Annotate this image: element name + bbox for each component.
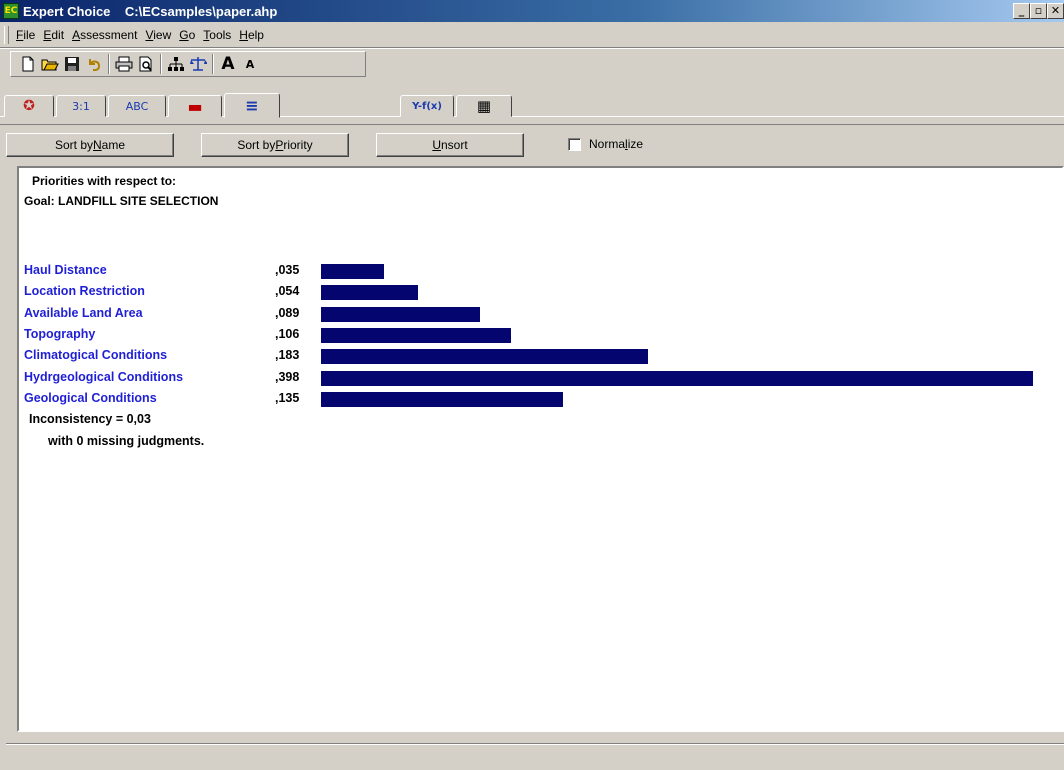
normalize-checkbox[interactable] bbox=[568, 137, 581, 151]
toolbar-separator bbox=[160, 54, 162, 74]
criterion-name[interactable]: Hydrgeological Conditions bbox=[24, 370, 183, 384]
priority-row: Location Restriction ,054 bbox=[19, 283, 1059, 301]
bars-icon: ▬ bbox=[187, 96, 203, 116]
normalize-option[interactable]: Normalize bbox=[568, 137, 643, 151]
priorities-panel: Priorities with respect to: Goal: LANDFI… bbox=[17, 166, 1064, 732]
priority-value: ,183 bbox=[275, 348, 300, 363]
restore-button[interactable]: ▫ bbox=[1030, 3, 1047, 19]
priority-value: ,089 bbox=[275, 305, 300, 320]
priority-value: ,054 bbox=[275, 284, 300, 299]
inconsistency-text: Inconsistency = 0,03 bbox=[29, 412, 151, 426]
undo-icon[interactable] bbox=[83, 53, 105, 75]
window-title: Expert Choice C:\ECsamples\paper.ahp bbox=[23, 3, 278, 19]
close-button[interactable]: ✕ bbox=[1047, 3, 1064, 19]
priority-row: Hydrgeological Conditions ,398 bbox=[19, 369, 1059, 387]
toolbar: A A bbox=[10, 51, 366, 77]
font-smaller-icon[interactable]: A bbox=[239, 53, 261, 75]
priority-bar bbox=[321, 391, 563, 407]
view-tabs: ✪ 3:1 ABC ▬ ≡ Y-f(x) ▦ bbox=[0, 93, 1064, 119]
sort-bar: Sort by Name Sort by Priority Unsort Nor… bbox=[0, 124, 1064, 164]
menu-go[interactable]: Go bbox=[175, 28, 199, 42]
tab-priorities[interactable]: ≡ bbox=[224, 93, 280, 118]
toolbar-separator bbox=[108, 54, 110, 74]
priority-bar bbox=[321, 264, 384, 279]
priority-row: Haul Distance ,035 bbox=[19, 262, 1059, 280]
window-controls: _ ▫ ✕ bbox=[1013, 3, 1064, 19]
font-larger-icon[interactable]: A bbox=[217, 53, 239, 75]
menu-bar: File Edit Assessment View Go Tools Help bbox=[0, 22, 1064, 48]
tab-graphical[interactable]: ▬ bbox=[168, 95, 222, 117]
sorted-bars-icon: ≡ bbox=[245, 96, 259, 115]
tab-model-view[interactable]: ✪ bbox=[4, 95, 54, 117]
toolbar-separator bbox=[212, 54, 214, 74]
priority-value: ,035 bbox=[275, 263, 300, 277]
criterion-name[interactable]: Topography bbox=[24, 327, 95, 341]
priority-row: Climatogical Conditions ,183 bbox=[19, 347, 1059, 365]
menu-file[interactable]: File bbox=[12, 28, 39, 42]
priority-bar bbox=[321, 349, 648, 365]
criterion-name[interactable]: Haul Distance bbox=[24, 263, 107, 277]
grid-icon: ▦ bbox=[476, 97, 492, 115]
menu-tools[interactable]: Tools bbox=[199, 28, 235, 42]
status-bar bbox=[6, 743, 1064, 770]
unsort-button[interactable]: Unsort bbox=[376, 133, 524, 157]
priority-bar bbox=[321, 327, 511, 343]
goal-title: Goal: LANDFILL SITE SELECTION bbox=[24, 194, 219, 208]
print-preview-icon[interactable] bbox=[135, 53, 157, 75]
normalize-label: Normalize bbox=[589, 137, 644, 151]
minimize-button[interactable]: _ bbox=[1013, 3, 1030, 19]
priority-value: ,398 bbox=[275, 369, 300, 384]
priority-bar bbox=[321, 306, 480, 322]
missing-judgments-text: with 0 missing judgments. bbox=[48, 434, 205, 448]
menu-assessment[interactable]: Assessment bbox=[68, 28, 141, 42]
save-icon[interactable] bbox=[61, 53, 83, 75]
menu-help[interactable]: Help bbox=[235, 28, 268, 42]
priority-value: ,106 bbox=[275, 326, 300, 341]
menu-edit[interactable]: Edit bbox=[39, 28, 68, 42]
menu-view[interactable]: View bbox=[141, 28, 175, 42]
tab-verbal[interactable]: ABC bbox=[108, 95, 166, 117]
priority-row: Available Land Area ,089 bbox=[19, 305, 1059, 323]
tab-pairwise-numeric[interactable]: 3:1 bbox=[56, 95, 106, 117]
tab-grid[interactable]: ▦ bbox=[456, 95, 512, 117]
sort-by-name-button[interactable]: Sort by Name bbox=[6, 133, 174, 157]
criterion-name[interactable]: Climatogical Conditions bbox=[24, 348, 167, 362]
new-file-icon[interactable] bbox=[17, 53, 39, 75]
balance-icon[interactable] bbox=[187, 53, 209, 75]
title-bar: EC Expert Choice C:\ECsamples\paper.ahp … bbox=[0, 0, 1064, 22]
print-icon[interactable] bbox=[113, 53, 135, 75]
criterion-name[interactable]: Geological Conditions bbox=[24, 391, 157, 405]
open-folder-icon[interactable] bbox=[39, 53, 61, 75]
sort-by-priority-button[interactable]: Sort by Priority bbox=[201, 133, 349, 157]
tab-function[interactable]: Y-f(x) bbox=[400, 95, 454, 117]
priority-row: Geological Conditions ,135 bbox=[19, 390, 1059, 408]
priority-row: Topography ,106 bbox=[19, 326, 1059, 344]
report-heading: Priorities with respect to: bbox=[32, 174, 177, 188]
priority-value: ,135 bbox=[275, 390, 300, 405]
app-icon: EC bbox=[3, 3, 19, 19]
hierarchy-icon[interactable] bbox=[165, 53, 187, 75]
blocks-icon: ✪ bbox=[23, 98, 35, 114]
criterion-name[interactable]: Available Land Area bbox=[24, 306, 143, 320]
priority-bar bbox=[321, 370, 1033, 386]
priority-bar bbox=[321, 285, 418, 301]
criterion-name[interactable]: Location Restriction bbox=[24, 284, 145, 298]
